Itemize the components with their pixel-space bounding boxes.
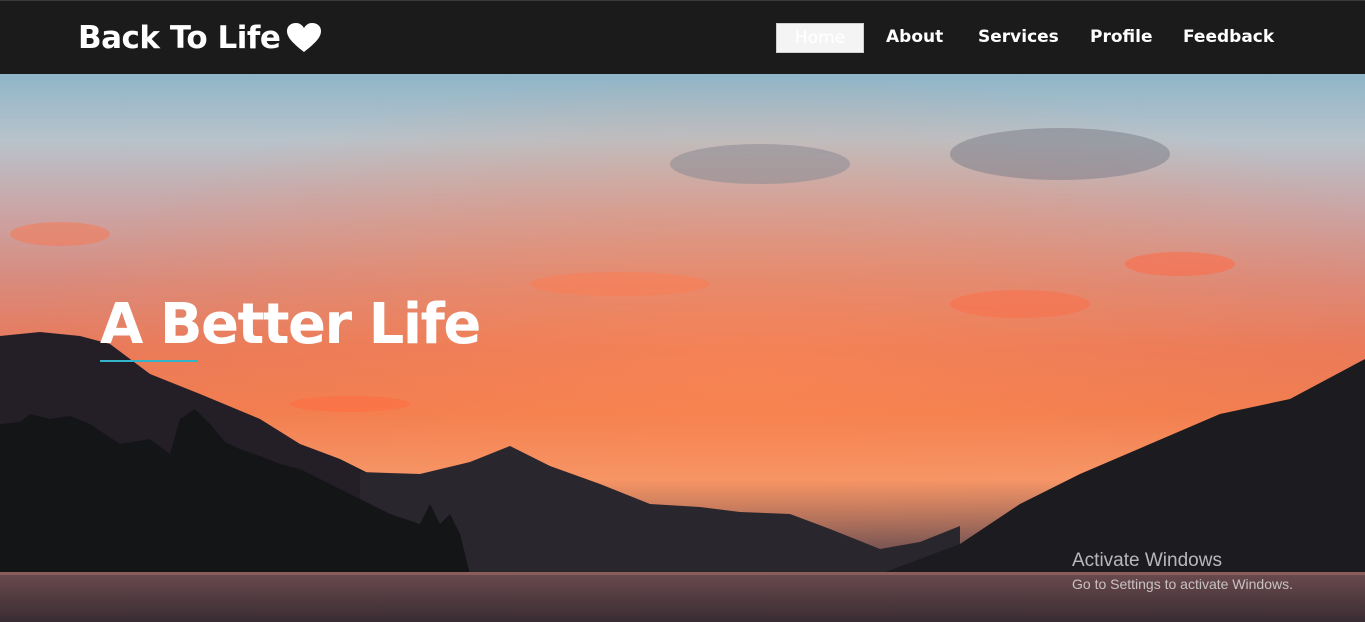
brand-link[interactable]: Back To Life	[78, 15, 322, 61]
activate-windows-watermark: Activate Windows Go to Settings to activ…	[1072, 550, 1293, 592]
nav-feedback-link[interactable]: Feedback	[1183, 23, 1274, 53]
nav-services-link[interactable]: Services	[978, 23, 1059, 53]
nav-profile-link[interactable]: Profile	[1090, 23, 1152, 53]
hero-section: A Better Life Activate Windows Go to Set…	[0, 74, 1365, 622]
watermark-title: Activate Windows	[1072, 550, 1222, 571]
watermark-subtitle: Go to Settings to activate Windows.	[1072, 576, 1293, 592]
navbar: Back To Life Home About Services Profile…	[0, 0, 1365, 74]
nav-home-link[interactable]: Home	[776, 23, 864, 53]
hero-title: A Better Life	[100, 292, 481, 357]
nav-about-link[interactable]: About	[886, 23, 943, 53]
brand-title: Back To Life	[78, 20, 281, 56]
heart-icon	[287, 23, 322, 52]
hero-title-underline	[100, 360, 198, 362]
